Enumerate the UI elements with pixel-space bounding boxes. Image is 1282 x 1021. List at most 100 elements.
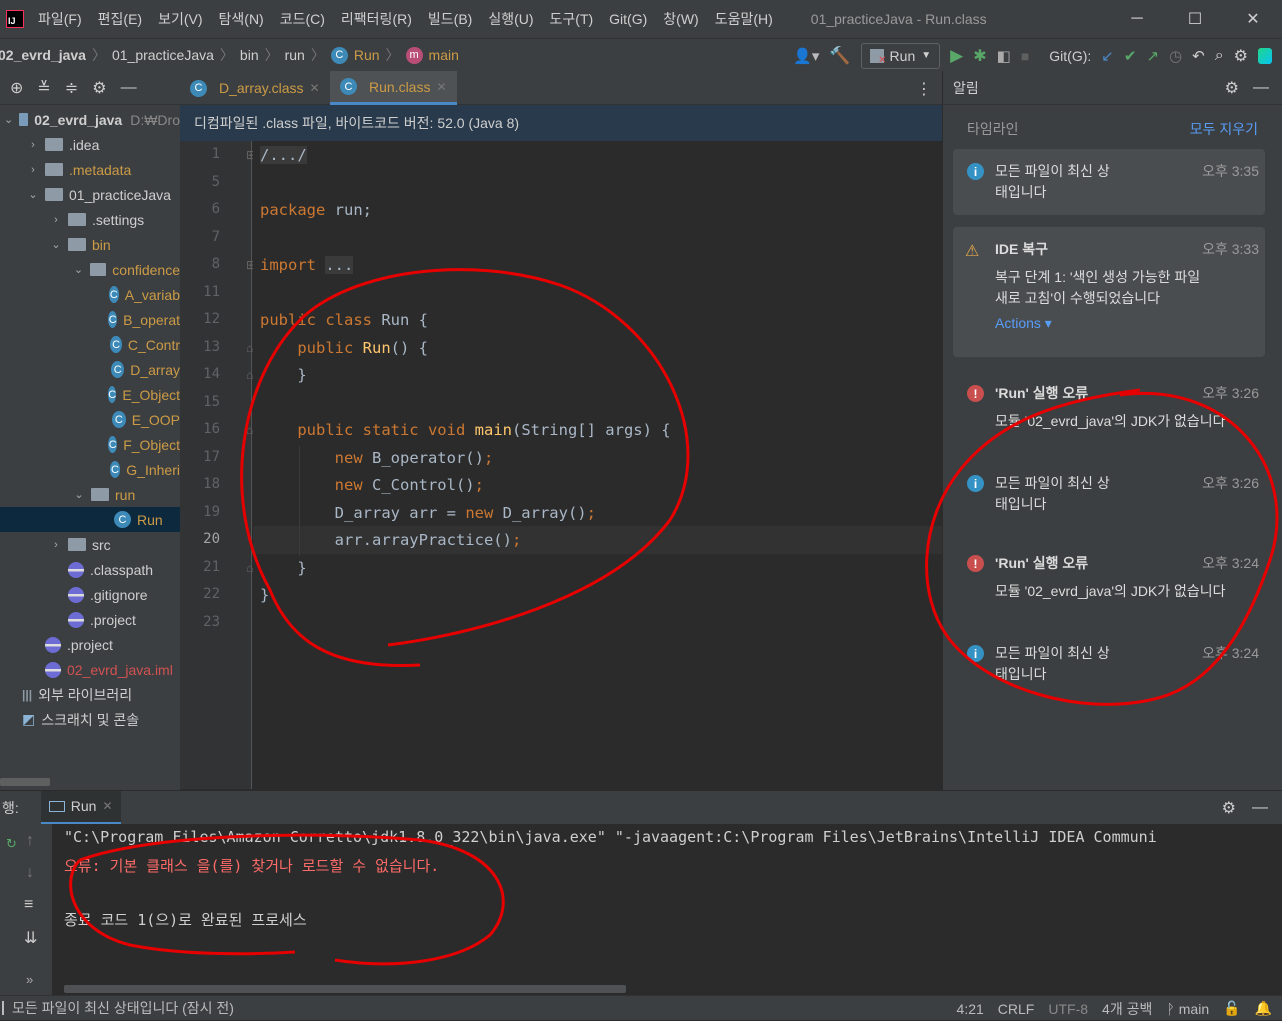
file-encoding[interactable]: UTF-8 bbox=[1048, 1001, 1088, 1017]
locate-icon[interactable]: ⊕ bbox=[10, 78, 23, 98]
chevron-right-icon[interactable]: › bbox=[27, 164, 39, 176]
indent-setting[interactable]: 4개 공백 bbox=[1102, 999, 1152, 1019]
tree-item[interactable]: C Run bbox=[0, 507, 180, 532]
app-logo[interactable]: IJ bbox=[0, 0, 30, 38]
rollback-icon[interactable]: ↶ bbox=[1192, 47, 1205, 65]
close-icon[interactable]: ✕ bbox=[436, 80, 446, 94]
tree-item[interactable]: C G_Inheri bbox=[0, 457, 180, 482]
menu-item[interactable]: 편집(E) bbox=[90, 0, 150, 38]
gear-icon[interactable]: ⚙ bbox=[92, 78, 106, 98]
breadcrumb-item[interactable]: 01_practiceJava bbox=[112, 47, 214, 63]
maximize-button[interactable]: ☐ bbox=[1166, 0, 1224, 38]
hide-icon[interactable]: — bbox=[121, 79, 137, 97]
git-branch[interactable]: ᚹ main bbox=[1166, 1001, 1209, 1017]
scroll-end-icon[interactable]: ⇊ bbox=[24, 928, 37, 948]
collapse-all-icon[interactable]: ≑ bbox=[65, 78, 78, 98]
chevron-right-icon[interactable]: › bbox=[27, 139, 39, 151]
notification-item[interactable]: ! 'Run' 실행 오류 모듈 '02_evrd_java'의 JDK가 없습니다… bbox=[943, 541, 1282, 621]
chevron-down-icon[interactable]: ⌄ bbox=[73, 488, 85, 501]
breadcrumb-item[interactable]: C Run bbox=[330, 46, 380, 64]
breadcrumb-item[interactable]: m main bbox=[405, 46, 459, 64]
plugin-icon[interactable] bbox=[1258, 47, 1272, 64]
notification-item[interactable]: i 모든 파일이 최신 상 태입니다 오후 3:35 bbox=[943, 149, 1282, 215]
menu-item[interactable]: 창(W) bbox=[655, 0, 706, 38]
debug-icon[interactable]: ✱ bbox=[973, 46, 986, 66]
menu-item[interactable]: 실행(U) bbox=[480, 0, 541, 38]
scroll-up-icon[interactable]: ↑ bbox=[26, 832, 34, 850]
tree-item[interactable]: 02_evrd_java.iml bbox=[0, 657, 180, 682]
gear-icon[interactable]: ⚙ bbox=[1225, 78, 1239, 98]
tree-item[interactable]: C E_OOP bbox=[0, 407, 180, 432]
chevron-down-icon[interactable]: ⌄ bbox=[73, 263, 84, 276]
bell-icon[interactable]: 🔔 bbox=[1255, 1000, 1272, 1017]
menu-item[interactable]: 도움말(H) bbox=[707, 0, 781, 38]
menu-item[interactable]: 파일(F) bbox=[30, 0, 90, 38]
tree-item[interactable]: ◩ 스크래치 및 콘솔 bbox=[0, 707, 180, 732]
notification-item[interactable]: i 모든 파일이 최신 상 태입니다 오후 3:26 bbox=[943, 461, 1282, 521]
tree-item[interactable]: .gitignore bbox=[0, 582, 180, 607]
git-commit-icon[interactable]: ✔ bbox=[1124, 47, 1137, 65]
tree-item[interactable]: .project bbox=[0, 632, 180, 657]
scroll-down-icon[interactable]: ↓ bbox=[26, 864, 34, 882]
tree-item[interactable]: › src bbox=[0, 532, 180, 557]
git-update-icon[interactable]: ↙ bbox=[1101, 47, 1114, 65]
run-config-select[interactable]: ✕ Run ▼ bbox=[860, 42, 941, 69]
menu-item[interactable]: 코드(C) bbox=[272, 0, 333, 38]
minimize-button[interactable]: ─ bbox=[1108, 0, 1166, 38]
stop-icon[interactable]: ■ bbox=[1021, 48, 1029, 64]
breadcrumb-item[interactable]: 02_evrd_java bbox=[0, 47, 86, 63]
breadcrumb-item[interactable]: bin bbox=[240, 47, 259, 63]
soft-wrap-icon[interactable]: ≡ bbox=[24, 896, 33, 914]
status-message[interactable]: 모든 파일이 최신 상태입니다 (잠시 전) bbox=[12, 998, 234, 1018]
notification-item[interactable]: ! 'Run' 실행 오류 모듈 '02_evrd_java'의 JDK가 없습니다… bbox=[943, 371, 1282, 451]
tree-item[interactable]: › .metadata bbox=[0, 157, 180, 182]
menu-item[interactable]: 빌드(B) bbox=[420, 0, 480, 38]
hide-icon[interactable]: — bbox=[1252, 799, 1268, 817]
tree-item[interactable]: ⌄ confidence bbox=[0, 257, 180, 282]
menu-item[interactable]: Git(G) bbox=[601, 0, 655, 38]
coverage-icon[interactable]: ◧ bbox=[997, 47, 1011, 65]
tree-item[interactable]: C A_variab bbox=[0, 282, 180, 307]
lock-icon[interactable]: 🔓 bbox=[1223, 1000, 1240, 1017]
gear-icon[interactable]: ⚙ bbox=[1222, 798, 1236, 818]
tree-item[interactable]: C F_Object bbox=[0, 432, 180, 457]
notification-item[interactable]: ⚠ IDE 복구 복구 단계 1: '색인 생성 가능한 파일 새로 고침'이 수행… bbox=[943, 227, 1282, 357]
horizontal-scrollbar[interactable] bbox=[64, 985, 626, 993]
close-icon[interactable]: ✕ bbox=[102, 799, 112, 813]
tree-item[interactable]: ⌄ 01_practiceJava bbox=[0, 182, 180, 207]
menu-item[interactable]: 탐색(N) bbox=[211, 0, 272, 38]
tree-item[interactable]: › .idea bbox=[0, 132, 180, 157]
horizontal-scrollbar[interactable] bbox=[0, 778, 50, 786]
chevron-right-icon[interactable]: › bbox=[50, 539, 62, 551]
menu-item[interactable]: 리팩터링(R) bbox=[333, 0, 420, 38]
caret-position[interactable]: 4:21 bbox=[957, 1001, 984, 1017]
tree-item[interactable]: › .settings bbox=[0, 207, 180, 232]
tree-item[interactable]: C B_operat bbox=[0, 307, 180, 332]
tree-item[interactable]: C C_Contr bbox=[0, 332, 180, 357]
chevron-right-icon[interactable]: › bbox=[50, 214, 62, 226]
tab-run-console[interactable]: Run ✕ bbox=[40, 790, 121, 825]
settings-icon[interactable]: ⚙ bbox=[1234, 46, 1248, 66]
chevron-down-icon[interactable]: ⌄ bbox=[50, 238, 62, 251]
actions-link[interactable]: Actions ▾ bbox=[995, 313, 1052, 334]
more-options-icon[interactable]: ⋮ bbox=[916, 79, 932, 99]
more-icon[interactable]: » bbox=[26, 972, 33, 987]
run-console[interactable]: ↻ ↑ ↓ ≡ ⇊ » "C:\Program Files\Amazon Cor… bbox=[0, 824, 1282, 995]
search-icon[interactable]: ⌕ bbox=[1215, 47, 1224, 65]
tree-item[interactable]: .project bbox=[0, 607, 180, 632]
tree-item[interactable]: .classpath bbox=[0, 557, 180, 582]
hide-icon[interactable]: — bbox=[1253, 79, 1269, 97]
build-hammer-icon[interactable]: 🔨 bbox=[829, 46, 850, 66]
close-button[interactable]: ✕ bbox=[1224, 0, 1282, 38]
tree-item[interactable]: C E_Object bbox=[0, 382, 180, 407]
history-icon[interactable]: ◷ bbox=[1169, 47, 1182, 65]
expand-all-icon[interactable]: ≚ bbox=[37, 78, 50, 98]
clear-all-link[interactable]: 모두 지우기 bbox=[1190, 119, 1258, 139]
user-icon[interactable]: 👤▾ bbox=[793, 47, 819, 65]
tab-d-array[interactable]: C D_array.class ✕ bbox=[180, 71, 330, 105]
code-editor[interactable]: /.../ package run; import ... public cla… bbox=[253, 141, 942, 789]
chevron-down-icon[interactable]: ⌄ bbox=[4, 113, 13, 126]
run-icon[interactable]: ▶ bbox=[950, 46, 963, 66]
menu-item[interactable]: 보기(V) bbox=[150, 0, 210, 38]
menu-item[interactable]: 도구(T) bbox=[542, 0, 602, 38]
